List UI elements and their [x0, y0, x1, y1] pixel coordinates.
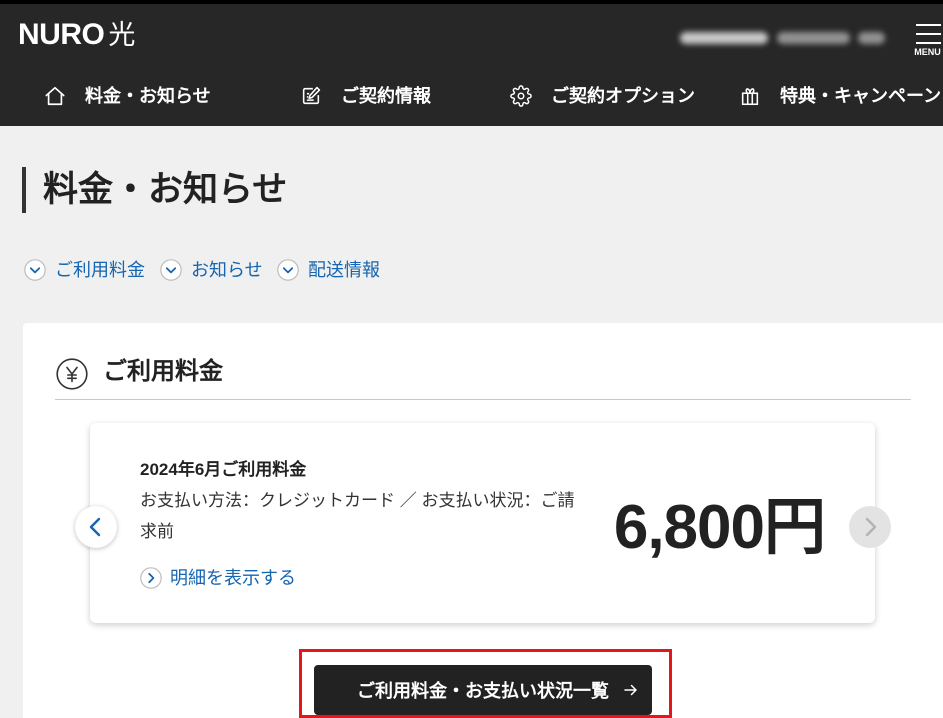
anchor-link-delivery[interactable]: 配送情報 — [277, 258, 380, 282]
chevron-right-icon — [865, 517, 877, 537]
gear-icon — [510, 85, 532, 107]
anchor-label: お知らせ — [191, 260, 263, 280]
arrow-right-icon — [624, 684, 637, 696]
billing-amount: 6,800円 — [613, 493, 826, 562]
yen-circle-icon — [56, 358, 88, 390]
nav-label: ご契約情報 — [341, 86, 431, 106]
menu-button[interactable]: MENU — [912, 20, 943, 60]
menu-line — [916, 24, 941, 26]
page-title: 料金・お知らせ — [43, 170, 288, 209]
menu-line — [916, 33, 941, 35]
chevron-down-circle-icon — [160, 259, 182, 281]
nav-label: 料金・お知らせ — [85, 86, 211, 106]
billing-list-button-label: ご利用料金・お支払い状況一覧 — [357, 681, 609, 701]
billing-slide: 2024年6月ご利用料金 お支払い方法：クレジットカード ／ お支払い状況：ご請… — [90, 423, 875, 623]
menu-line — [916, 42, 941, 44]
edit-document-icon — [302, 86, 321, 105]
nav-item-billing-news[interactable]: 料金・お知らせ — [44, 82, 211, 110]
page-title-bar — [22, 167, 26, 213]
chevron-right-circle-icon — [140, 567, 162, 589]
logo-kanji-text: 光 — [108, 20, 136, 50]
home-icon — [45, 86, 65, 106]
detail-link-label: 明細を表示する — [170, 568, 296, 588]
billing-month-title: 2024年6月ご利用料金 — [140, 460, 307, 479]
chevron-down-circle-icon — [24, 259, 46, 281]
billing-section: ご利用料金 2024年6月ご利用料金 お支払い方法：クレジットカード ／ お支払… — [23, 323, 943, 718]
anchor-link-news[interactable]: お知らせ — [160, 258, 263, 282]
nav-label: 特典・キャンペーン — [780, 86, 942, 106]
gift-icon — [741, 88, 759, 106]
header-top-strip — [0, 0, 943, 4]
user-name-blurred — [680, 30, 885, 46]
nav-item-contract-options[interactable]: ご契約オプション — [510, 82, 695, 110]
nuro-logo[interactable]: NURO 光 — [18, 18, 136, 51]
anchor-label: 配送情報 — [308, 260, 380, 280]
payment-info: お支払い方法：クレジットカード ／ お支払い状況：ご請求前 — [140, 491, 575, 541]
billing-list-button[interactable]: ご利用料金・お支払い状況一覧 — [314, 665, 652, 715]
nav-item-contract-info[interactable]: ご契約情報 — [300, 82, 431, 110]
section-divider — [55, 399, 911, 400]
blur-block — [680, 32, 768, 44]
chevron-down-circle-icon — [277, 259, 299, 281]
nav-label: ご契約オプション — [551, 86, 695, 106]
logo-latin-text: NURO — [18, 18, 105, 51]
carousel-prev-button[interactable] — [75, 506, 117, 548]
nav-item-campaign[interactable]: 特典・キャンペーン — [739, 82, 943, 110]
blur-block — [777, 32, 850, 44]
carousel-next-button[interactable] — [849, 506, 891, 548]
site-header: NURO 光 MENU 料金・お知らせ ご契約情報 ご契約オプション 特典・キャ… — [0, 0, 943, 126]
blur-block — [858, 32, 885, 44]
hamburger-icon — [912, 20, 943, 46]
detail-link[interactable]: 明細を表示する — [140, 566, 296, 590]
billing-heading: ご利用料金 — [103, 358, 223, 385]
menu-label: MENU — [914, 47, 941, 57]
screen: NURO 光 MENU 料金・お知らせ ご契約情報 ご契約オプション 特典・キャ… — [0, 0, 943, 718]
chevron-left-icon — [89, 517, 101, 537]
anchor-label: ご利用料金 — [55, 260, 145, 280]
anchor-link-billing[interactable]: ご利用料金 — [24, 258, 145, 282]
